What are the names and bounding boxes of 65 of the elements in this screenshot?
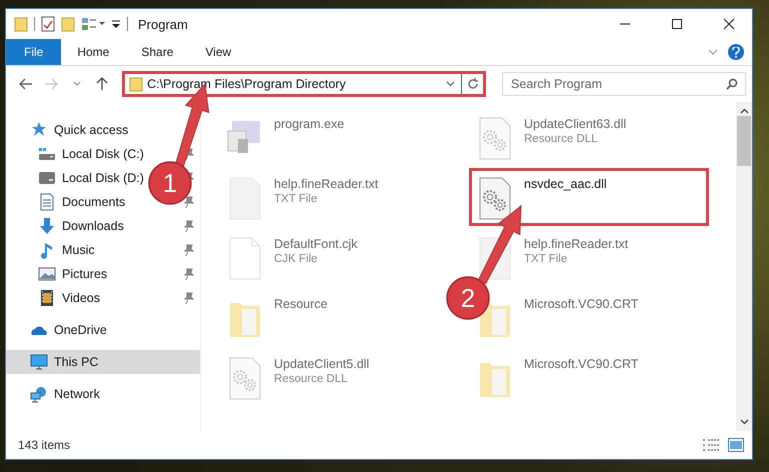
file-type: Resource DLL	[524, 133, 599, 145]
close-icon	[723, 18, 735, 30]
ribbon-tab[interactable]: Home	[61, 39, 126, 65]
monitor-icon	[30, 353, 48, 371]
ribbon-tab[interactable]: View	[189, 39, 248, 65]
nav-item[interactable]: OneDrive	[6, 318, 200, 342]
file-name: UpdateClient63.dll	[524, 117, 626, 131]
window-title: Program	[138, 16, 188, 32]
address-path: C:\Program Files\Program Directory	[147, 77, 346, 91]
up-arrow-icon	[96, 77, 108, 91]
forward-arrow-icon	[44, 78, 58, 90]
scroll-thumb[interactable]	[737, 116, 751, 166]
file-type: CJK File	[274, 253, 318, 265]
step-badge: 2	[446, 276, 490, 320]
file-name: Microsoft.VC90.CRT	[524, 357, 638, 371]
scrollbar[interactable]	[736, 102, 752, 431]
document-icon	[38, 193, 56, 211]
file-item[interactable]: nsvdec_aac.dll	[469, 168, 709, 226]
ribbon-tab[interactable]: Share	[125, 39, 190, 65]
chevron-down-icon	[72, 81, 81, 87]
ribbon-tab[interactable]: File	[6, 39, 62, 65]
dropdown-icon[interactable]	[111, 19, 121, 29]
nav-item[interactable]: Pictures	[6, 262, 200, 286]
file-name: Resource	[274, 297, 328, 311]
refresh-icon	[466, 78, 479, 90]
drive-icon	[38, 169, 56, 187]
chevron-down-icon[interactable]	[446, 81, 456, 87]
file-name: Microsoft.VC90.CRT	[524, 297, 638, 311]
file-name: UpdateClient5.dll	[274, 357, 370, 371]
help-icon[interactable]	[728, 44, 744, 60]
folder-icon	[129, 76, 144, 92]
nav-item[interactable]: Quick access	[6, 118, 200, 142]
star-icon	[30, 121, 48, 139]
drive-icon	[38, 145, 56, 163]
properties-icon[interactable]	[41, 16, 55, 32]
film-icon	[38, 289, 56, 307]
step-badge: 1	[148, 161, 192, 205]
scroll-up-icon[interactable]	[740, 108, 748, 114]
view-list-icon[interactable]	[81, 17, 105, 31]
item-count: 143 items	[18, 438, 70, 452]
file-type: Resource DLL	[274, 373, 349, 385]
file-name: help.fineReader.txt	[274, 177, 378, 191]
network-icon	[30, 385, 48, 403]
nav-item[interactable]: Videos	[6, 286, 200, 310]
details-view-icon[interactable]	[702, 438, 720, 452]
picture-icon	[38, 265, 56, 283]
address-bar[interactable]: C:\Program Files\Program Directory	[122, 71, 486, 97]
back-arrow-icon	[18, 78, 33, 90]
search-icon	[726, 78, 738, 90]
file-name: nsvdec_aac.dll	[524, 177, 607, 191]
search-field[interactable]: Search Program	[502, 72, 746, 96]
file-type: TXT File	[524, 253, 568, 265]
nav-item[interactable]: Downloads	[6, 214, 200, 238]
folder-icon	[14, 16, 28, 32]
file-name: program.exe	[274, 117, 344, 131]
file-type: TXT File	[274, 193, 318, 205]
nav-item[interactable]: Network	[6, 382, 200, 406]
file-name: DefaultFont.cjk	[274, 237, 358, 251]
download-icon	[38, 217, 56, 235]
nav-item[interactable]: This PC	[6, 350, 200, 374]
maximize-icon	[671, 18, 683, 30]
scroll-down-icon[interactable]	[740, 419, 748, 425]
nav-item[interactable]: Music	[6, 238, 200, 262]
file-name: help.fineReader.txt	[524, 237, 628, 251]
large-icons-view-icon[interactable]	[728, 438, 744, 452]
